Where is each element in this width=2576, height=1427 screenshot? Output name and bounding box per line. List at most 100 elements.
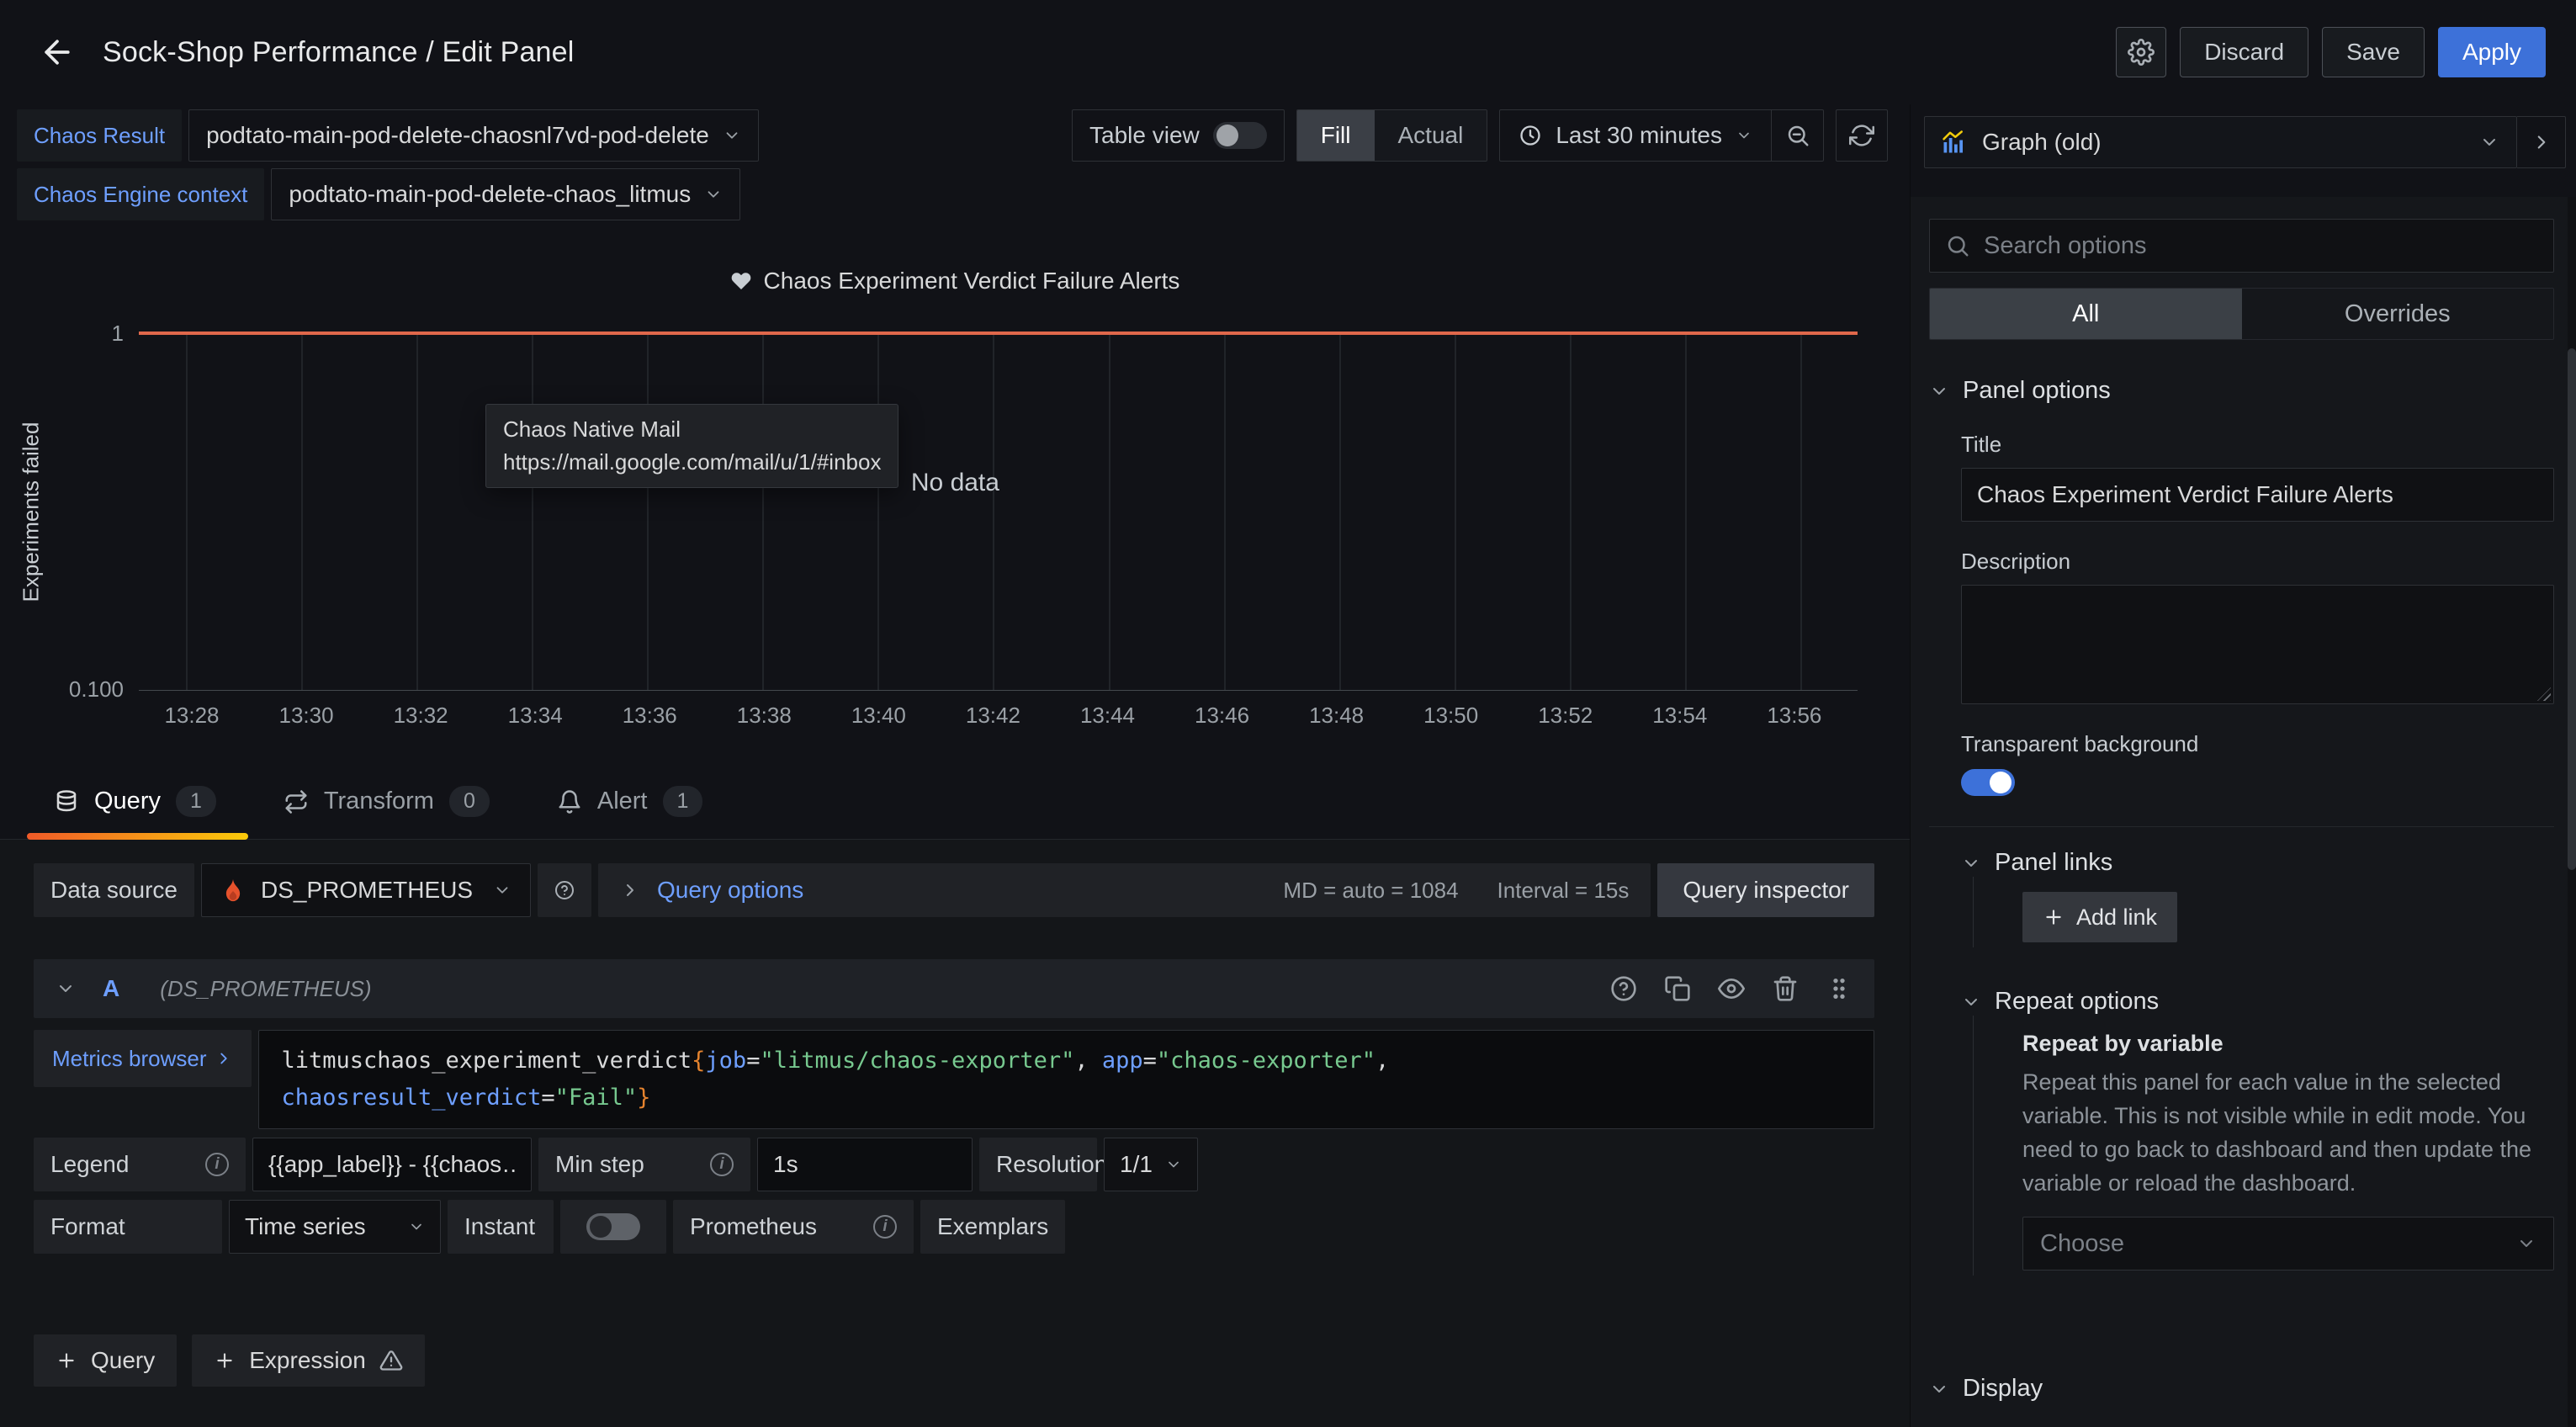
add-expression-label: Expression bbox=[249, 1347, 366, 1374]
display-header[interactable]: Display bbox=[1929, 1375, 2554, 1403]
gridline bbox=[1455, 333, 1456, 690]
promql-token: "litmus/chaos-exporter" bbox=[760, 1048, 1074, 1074]
panel-options-header[interactable]: Panel options bbox=[1929, 377, 2554, 405]
query-row-header[interactable]: A (DS_PROMETHEUS) bbox=[34, 959, 1874, 1018]
save-button[interactable]: Save bbox=[2322, 27, 2425, 77]
delete-query-button[interactable] bbox=[1772, 975, 1799, 1002]
interval: Interval = 15s bbox=[1497, 878, 1630, 904]
gridline bbox=[877, 333, 879, 690]
y-axis-tick-min: 0.100 bbox=[69, 676, 124, 703]
promql-line-1: litmuschaos_experiment_verdict{job="litm… bbox=[281, 1042, 1852, 1080]
section-divider bbox=[1929, 826, 2554, 827]
metrics-browser-button[interactable]: Metrics browser bbox=[34, 1030, 252, 1087]
options-scrollbar[interactable] bbox=[2568, 197, 2576, 1427]
filter-tab-overrides[interactable]: Overrides bbox=[2242, 289, 2554, 339]
panel-links-header[interactable]: Panel links bbox=[1961, 849, 2554, 877]
toggle-query-visibility-button[interactable] bbox=[1718, 975, 1745, 1002]
repeat-options-header[interactable]: Repeat options bbox=[1961, 988, 2554, 1016]
drag-query-handle[interactable] bbox=[1826, 975, 1852, 1002]
x-axis-tick: 13:46 bbox=[1185, 703, 1260, 729]
tab-alert-count: 1 bbox=[663, 786, 703, 817]
fill-option[interactable]: Fill bbox=[1297, 110, 1375, 161]
promql-token: , bbox=[1375, 1048, 1389, 1074]
options-filter-tabs: All Overrides bbox=[1929, 288, 2554, 340]
graph-tooltip: Chaos Native Mail https://mail.google.co… bbox=[485, 404, 898, 488]
panel-description-input[interactable] bbox=[1962, 586, 2553, 703]
add-link-button[interactable]: Add link bbox=[2022, 892, 2177, 942]
x-axis-tick: 13:32 bbox=[383, 703, 458, 729]
y-axis-tick-max: 1 bbox=[112, 321, 124, 347]
tab-query[interactable]: Query 1 bbox=[50, 769, 220, 839]
scrollbar-thumb[interactable] bbox=[2568, 348, 2576, 870]
visualization-select[interactable]: Graph (old) bbox=[1924, 116, 2517, 168]
instant-toggle-box bbox=[560, 1200, 666, 1254]
tab-transform[interactable]: Transform 0 bbox=[280, 769, 493, 839]
zoom-out-time-button[interactable] bbox=[1771, 110, 1823, 161]
query-options-header[interactable]: Query options MD = auto = 1084 Interval … bbox=[598, 863, 1651, 917]
gridline bbox=[1339, 333, 1341, 690]
min-step-input[interactable] bbox=[773, 1151, 957, 1178]
datasource-help-button[interactable] bbox=[538, 863, 591, 917]
plus-icon bbox=[56, 1350, 77, 1371]
copy-icon bbox=[1664, 975, 1691, 1002]
filter-tab-all[interactable]: All bbox=[1930, 289, 2242, 339]
table-view-toggle[interactable] bbox=[1213, 122, 1267, 149]
panel-settings-button[interactable] bbox=[2116, 27, 2166, 77]
query-options-row-2: Format Time series Instant Prometheus i bbox=[34, 1200, 1874, 1254]
gridline bbox=[1685, 333, 1687, 690]
resolution-select[interactable]: 1/1 bbox=[1104, 1138, 1198, 1191]
datasource-select[interactable]: DS_PROMETHEUS bbox=[201, 863, 531, 917]
add-query-button[interactable]: Query bbox=[34, 1334, 177, 1387]
promql-token: = bbox=[541, 1085, 554, 1111]
legend-input[interactable] bbox=[268, 1151, 516, 1178]
format-select[interactable]: Time series bbox=[229, 1200, 441, 1254]
time-range-button[interactable]: Last 30 minutes bbox=[1500, 110, 1771, 161]
chevron-right-icon bbox=[2531, 131, 2552, 153]
y-axis-label-wrap: Experiments failed bbox=[13, 333, 50, 690]
graph-old-viz-icon bbox=[1942, 130, 1967, 155]
variable-chaos-engine-context-select[interactable]: podtato-main-pod-delete-chaos_litmus bbox=[271, 168, 740, 220]
graph-plot[interactable]: 1 0.100 Experiments failed Chaos Native … bbox=[139, 333, 1858, 691]
refresh-button[interactable] bbox=[1836, 109, 1888, 162]
variable-label: Chaos Engine context bbox=[17, 168, 264, 220]
apply-button[interactable]: Apply bbox=[2438, 27, 2546, 77]
label-text: Exemplars bbox=[937, 1213, 1048, 1240]
description-field-label: Description bbox=[1961, 549, 2554, 575]
discard-button[interactable]: Discard bbox=[2180, 27, 2308, 77]
query-help-button[interactable] bbox=[1610, 975, 1637, 1002]
duplicate-query-button[interactable] bbox=[1664, 975, 1691, 1002]
section-repeat-options: Repeat options Repeat by variable Repeat… bbox=[1929, 988, 2554, 1276]
table-view-label: Table view bbox=[1089, 122, 1200, 149]
query-options-label: Query options bbox=[657, 877, 803, 904]
promql-token: app bbox=[1102, 1048, 1143, 1074]
tooltip-url: https://mail.google.com/mail/u/1/#inbox bbox=[503, 449, 881, 475]
time-range-label: Last 30 minutes bbox=[1556, 122, 1722, 149]
promql-token: chaosresult_verdict bbox=[281, 1085, 541, 1111]
add-query-label: Query bbox=[91, 1347, 155, 1374]
dashboard-variables: Chaos Result podtato-main-pod-delete-cha… bbox=[17, 109, 759, 220]
section-panel-options: Panel options Title Description Transpar… bbox=[1929, 377, 2554, 827]
options-search-input[interactable] bbox=[1984, 232, 2538, 260]
panel-title-input[interactable] bbox=[1977, 481, 2538, 508]
chevron-down-icon bbox=[493, 881, 511, 899]
tab-alert[interactable]: Alert 1 bbox=[554, 769, 707, 839]
actual-option[interactable]: Actual bbox=[1375, 110, 1487, 161]
toggle-viz-picker-button[interactable] bbox=[2517, 116, 2566, 168]
promql-line-2: chaosresult_verdict="Fail"} bbox=[281, 1080, 1852, 1117]
instant-toggle[interactable] bbox=[586, 1213, 640, 1240]
add-expression-button[interactable]: Expression bbox=[192, 1334, 425, 1387]
repeat-variable-select[interactable]: Choose bbox=[2022, 1217, 2554, 1271]
grafana-edit-panel-page: Sock-Shop Performance / Edit Panel Disca… bbox=[0, 0, 2576, 1427]
back-button[interactable] bbox=[34, 29, 81, 76]
query-inspector-button[interactable]: Query inspector bbox=[1657, 863, 1874, 917]
bell-icon bbox=[557, 789, 582, 814]
datasource-bar: Data source DS_PROMETHEUS Query options … bbox=[34, 863, 1874, 917]
warning-triangle-icon bbox=[379, 1349, 403, 1372]
gridline bbox=[186, 333, 188, 690]
transparent-background-toggle[interactable] bbox=[1961, 769, 2015, 796]
options-sidebar: Graph (old) All Overrides bbox=[1910, 104, 2576, 1427]
variable-chaos-result-select[interactable]: podtato-main-pod-delete-chaosnl7vd-pod-d… bbox=[188, 109, 759, 162]
promql-expression-input[interactable]: litmuschaos_experiment_verdict{job="litm… bbox=[258, 1030, 1874, 1129]
tab-transform-count: 0 bbox=[449, 786, 490, 817]
chevron-down-icon bbox=[56, 979, 76, 999]
